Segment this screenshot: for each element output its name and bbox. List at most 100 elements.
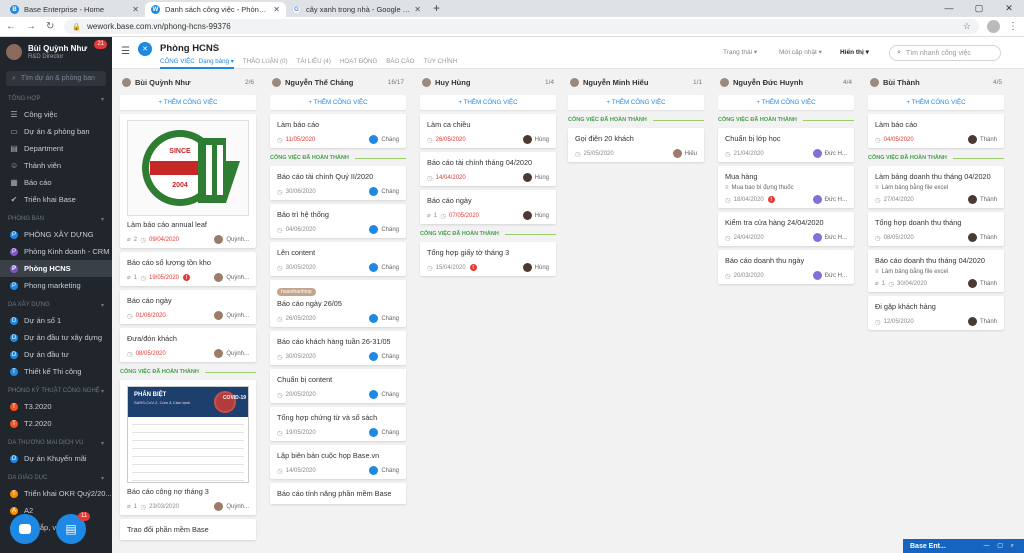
sidebar-item-project[interactable]: D Dự án đầu tư [0, 346, 112, 363]
task-card[interactable]: Báo cáo tính năng phần mềm Base [270, 483, 406, 504]
new-tab-button[interactable]: + [433, 1, 440, 15]
close-tab-icon[interactable]: ✕ [132, 5, 139, 14]
sidebar-search-input[interactable]: ⌕ Tìm dự án & phòng ban [6, 71, 106, 86]
maximize-icon[interactable]: ▢ [964, 0, 994, 17]
tab-documents[interactable]: TÀI LIỆU (4) [297, 58, 331, 69]
browser-tab-active[interactable]: W Danh sách công việc - Phòng HCNS ✕ [145, 2, 286, 17]
task-card[interactable]: Chuẩn bị content ◷ 20/05/2020 Cháng [270, 369, 406, 403]
assignee[interactable]: Đức H... [812, 195, 847, 204]
assignee[interactable]: Quỳnh... [214, 235, 249, 244]
task-card[interactable]: hoanthanhtop Báo cáo ngày 26/05 ◷ 26/05/202… [270, 280, 406, 327]
task-card[interactable]: Lập biên bản cuộc họp Base.vn ◷ 14/05/2020… [270, 445, 406, 479]
assignee[interactable]: Cháng [369, 187, 399, 196]
task-card[interactable]: Làm báo cáo ◷ 04/05/2020 Thành [868, 114, 1004, 148]
menu-icon[interactable]: ☰ [121, 46, 130, 57]
add-task-button[interactable]: + THÊM CÔNG VIỆC [420, 95, 556, 110]
assignee[interactable]: Quỳnh... [214, 273, 249, 282]
task-card[interactable]: Báo cáo khách hàng tuần 26-31/05 ◷ 30/05/2… [270, 331, 406, 365]
bookmark-star-icon[interactable]: ☆ [963, 21, 971, 32]
assignee[interactable]: Cháng [369, 390, 399, 399]
minimize-icon[interactable]: — [934, 0, 964, 17]
sidebar-item-project[interactable]: T T2.2020 [0, 415, 112, 432]
notification-badge[interactable]: 21 [94, 40, 107, 49]
assignee[interactable]: Cháng [369, 263, 399, 272]
sidebar-item-members[interactable]: ☺ Thành viên [0, 157, 112, 174]
sidebar-user[interactable]: Bùi Quỳnh Như R&D Director 21 [0, 37, 112, 67]
task-card[interactable]: Tổng hợp chứng từ và sổ sách ◷ 19/05/2020 C… [270, 407, 406, 441]
task-card[interactable]: SINCE 2004 Làm báo cáo annual leaf ⌀ 2 ◷ 09/0… [120, 114, 256, 248]
sidebar-item-report[interactable]: ▦ Báo cáo [0, 174, 112, 191]
section-header-trade[interactable]: DA THƯƠNG MẠI DỊCH VỤ ▾ [0, 436, 112, 450]
task-card[interactable]: Tổng hợp giấy tờ tháng 3 ◷ 15/04/2020! Hùng [420, 242, 556, 276]
task-card[interactable]: Tổng hợp doanh thu tháng ◷ 08/05/2020 Thành [868, 212, 1004, 246]
assignee[interactable]: Quỳnh... [214, 502, 249, 511]
sidebar-item-checklist[interactable]: ☰ Công việc [0, 106, 112, 123]
assignee[interactable]: Hùng [522, 135, 549, 144]
assignee[interactable]: Đức H... [812, 271, 847, 280]
task-card[interactable]: Gọi điện 20 khách ◷ 25/05/2020 Hiếu [568, 128, 704, 162]
sidebar-item-deploy[interactable]: ✔ Triển khai Base [0, 191, 112, 208]
task-card[interactable]: Báo cáo tài chính tháng 04/2020 ◷ 14/04/20… [420, 152, 556, 186]
sidebar-item-project[interactable]: T Thiết kế Thi công [0, 363, 112, 380]
sidebar-item-project[interactable]: P Phòng HCNS [0, 260, 112, 277]
tab-tasks[interactable]: CÔNG VIỆC Dạng bảng ▾ [160, 58, 234, 69]
browser-menu-icon[interactable]: ⋮ [1008, 21, 1018, 32]
url-field[interactable]: 🔒 wework.base.com.vn/phong-hcns-99376 ☆ [64, 19, 979, 34]
assignee[interactable]: Quỳnh... [214, 311, 249, 320]
task-card[interactable]: Báo cáo số lượng tồn kho ⌀ 1 ◷ 19/05/2020! Q… [120, 252, 256, 286]
assignee[interactable]: Cháng [369, 466, 399, 475]
close-window-icon[interactable]: ✕ [994, 0, 1024, 17]
task-card[interactable]: Làm ca chiều ◷ 26/05/2020 Hùng [420, 114, 556, 148]
sidebar-item-project[interactable]: P PHÒNG XÂY DỰNG [0, 226, 112, 243]
tab-customize[interactable]: TÙY CHỈNH [424, 58, 458, 69]
task-card[interactable]: Làm báo cáo ◷ 11/05/2020 Cháng [270, 114, 406, 148]
assignee[interactable]: Cháng [369, 314, 399, 323]
browser-profile-avatar[interactable] [987, 20, 1000, 33]
assignee[interactable]: Thành [967, 195, 997, 204]
task-card[interactable]: Mua hàng ≡ Mua bao bì đựng thuốc ◷ 18/04/202… [718, 166, 854, 208]
task-card[interactable]: Báo cáo doanh thu tháng 04/2020 ≡ Làm bảng… [868, 250, 1004, 292]
sidebar-item-project[interactable]: D Dự án đầu tư xây dựng [0, 329, 112, 346]
assignee[interactable]: Hùng [522, 263, 549, 272]
sidebar-item-project[interactable]: P Phòng Kinh doanh - CRM [0, 243, 112, 260]
minimized-window-bar[interactable]: Base Ent... — ▢ ⌕ [903, 539, 1024, 553]
forward-icon[interactable]: → [26, 21, 36, 32]
section-header-education[interactable]: DA GIÁO DỤC ▾ [0, 471, 112, 485]
assignee[interactable]: Thành [967, 317, 997, 326]
back-icon[interactable]: ← [6, 21, 16, 32]
section-header-departments[interactable]: PHÒNG BAN ▾ [0, 212, 112, 226]
assignee[interactable]: Đức H... [812, 149, 847, 158]
close-tab-icon[interactable]: ✕ [414, 5, 421, 14]
sidebar-item-project[interactable]: T Triển khai OKR Quý2/20... [0, 485, 112, 502]
favorite-star-icon[interactable]: ☆ [211, 42, 220, 53]
assignee[interactable]: Hiếu [672, 149, 697, 158]
section-header-construction[interactable]: DA XÂY DỰNG ▾ [0, 298, 112, 312]
task-card[interactable]: Làm bảng doanh thu tháng 04/2020 ≡ Làm bản… [868, 166, 1004, 208]
add-task-button[interactable]: + THÊM CÔNG VIỆC [568, 95, 704, 110]
assignee[interactable]: Thành [967, 135, 997, 144]
task-card[interactable]: Báo cáo ngày ⌀ 1 ◷ 07/05/2020 Hùng [420, 190, 556, 224]
add-task-button[interactable]: + THÊM CÔNG VIỆC [270, 95, 406, 110]
section-header-general[interactable]: TỔNG HỢP ▾ [0, 92, 112, 106]
task-card[interactable]: Lên content ◷ 30/05/2020 Cháng [270, 242, 406, 276]
assignee[interactable]: Hùng [522, 211, 549, 220]
task-card[interactable]: Bảo trì hệ thống ◷ 04/06/2020 Cháng [270, 204, 406, 238]
assignee[interactable]: Hùng [522, 173, 549, 182]
assignee[interactable]: Cháng [369, 225, 399, 234]
assignee[interactable]: Cháng [369, 428, 399, 437]
reload-icon[interactable]: ↻ [46, 21, 54, 32]
sidebar-item-project[interactable]: P Phong marketing [0, 277, 112, 294]
task-card[interactable]: Đi gặp khách hàng ◷ 12/05/2020 Thành [868, 296, 1004, 330]
assignee[interactable]: Cháng [369, 352, 399, 361]
sort-dropdown[interactable]: Mới cập nhật ▾ [779, 48, 822, 56]
tab-report[interactable]: BÁO CÁO [386, 58, 414, 69]
task-card[interactable]: Chuẩn bị lớp học ◷ 21/04/2020 Đức H... [718, 128, 854, 162]
assignee[interactable]: Cháng [369, 135, 399, 144]
sidebar-item-department[interactable]: ▤ Department [0, 140, 112, 157]
close-tab-icon[interactable]: ✕ [273, 5, 280, 14]
chat-button[interactable] [10, 514, 40, 544]
tab-discussion[interactable]: THẢO LUẬN (0) [243, 58, 288, 69]
add-task-button[interactable]: + THÊM CÔNG VIỆC [718, 95, 854, 110]
assignee[interactable]: Thành [967, 233, 997, 242]
task-card[interactable]: PHÂN BIỆT SARS-CoV-2, Cúm & Cảm lạnh COVID… [120, 380, 256, 515]
